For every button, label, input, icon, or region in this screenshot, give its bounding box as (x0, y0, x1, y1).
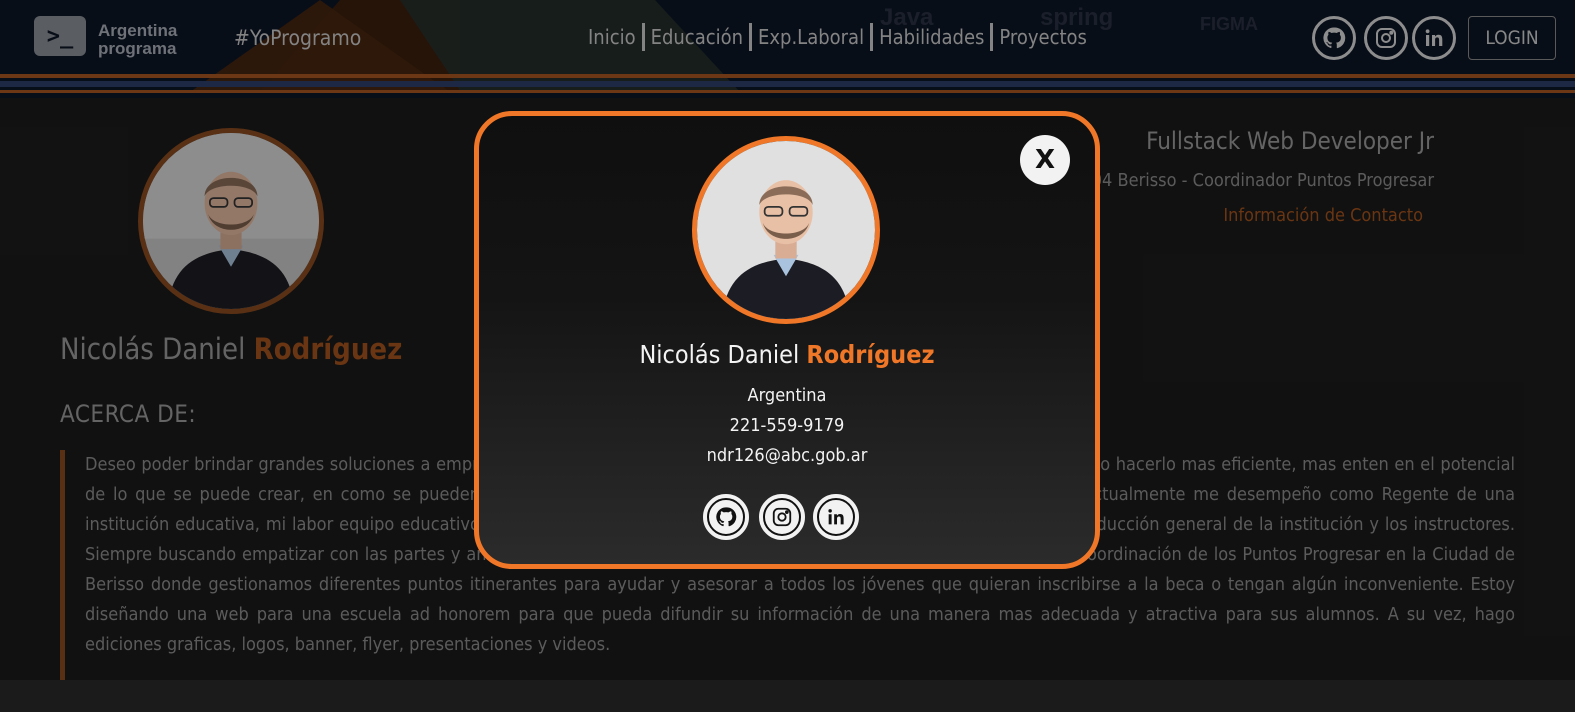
phone-text: 221-559-9179 (729, 415, 845, 436)
close-modal-button[interactable]: X (1020, 135, 1070, 185)
portrait-image (697, 141, 875, 319)
icon-ring (817, 498, 855, 536)
first-names: Nicolás Daniel (639, 340, 800, 369)
modal-profile-photo (692, 136, 880, 324)
linkedin-icon[interactable] (813, 494, 859, 540)
instagram-icon[interactable] (759, 494, 805, 540)
email-text: ndr126@abc.gob.ar (706, 445, 868, 466)
last-name: Rodríguez (806, 340, 935, 369)
country-text: Argentina (747, 385, 827, 406)
icon-ring (763, 498, 801, 536)
github-icon[interactable] (703, 494, 749, 540)
icon-ring (707, 498, 745, 536)
modal-profile-name: Nicolás Daniel Rodríguez (474, 340, 1100, 369)
